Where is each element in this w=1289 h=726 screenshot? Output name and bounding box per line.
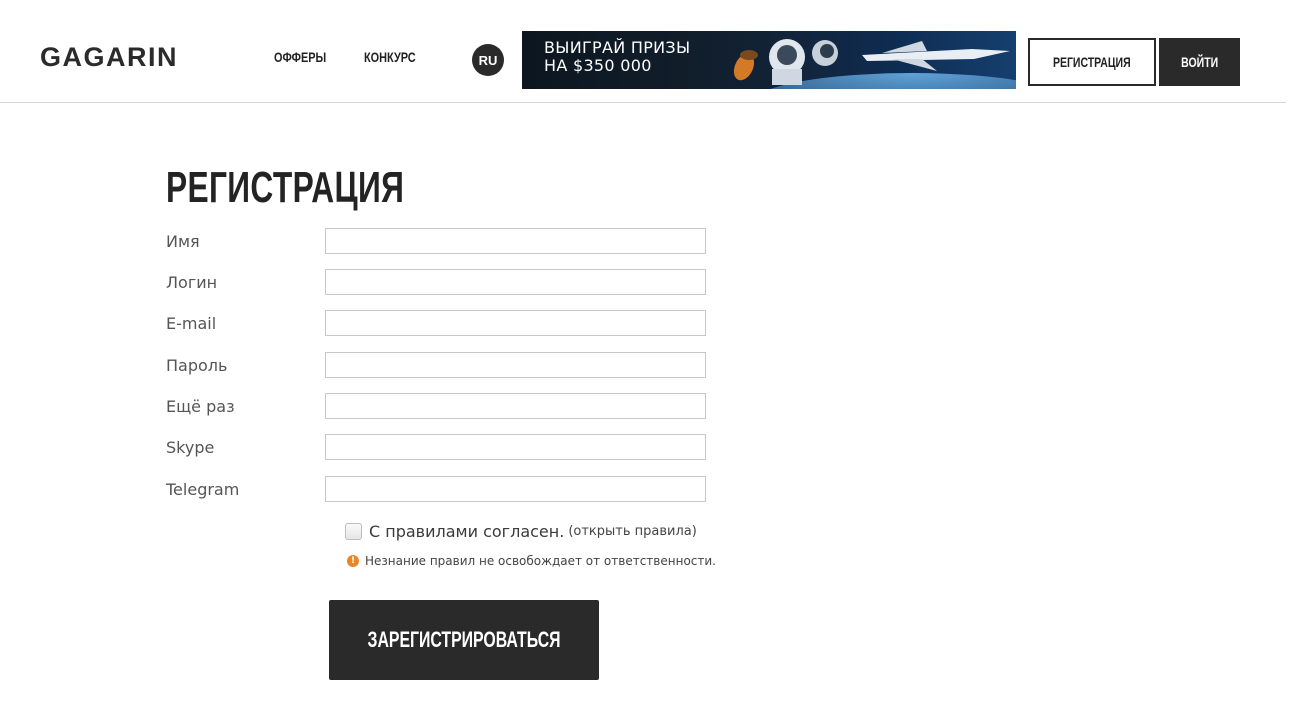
banner-line-1: ВЫИГРАЙ ПРИЗЫ (544, 38, 691, 57)
banner-text: ВЫИГРАЙ ПРИЗЫ НА $350 000 (544, 39, 690, 75)
skype-label: Skype (166, 438, 215, 457)
header-login-label: ВОЙТИ (1180, 54, 1218, 70)
form-row-telegram: Telegram (0, 476, 720, 504)
language-switcher[interactable]: RU (472, 44, 504, 76)
banner-space-illustration (733, 39, 1016, 89)
header-login-button[interactable]: ВОЙТИ (1159, 38, 1240, 86)
login-label: Логин (166, 273, 218, 292)
submit-register-label: ЗАРЕГИСТРИРОВАТЬСЯ (367, 627, 561, 652)
nav-offers-link[interactable]: ОФФЕРЫ (274, 49, 326, 65)
email-label: E-mail (166, 314, 217, 333)
page-title: РЕГИСТРАЦИЯ (166, 163, 405, 212)
password-field[interactable] (325, 352, 706, 378)
form-row-login: Логин (0, 269, 720, 297)
rules-checkbox[interactable] (345, 523, 362, 540)
promo-banner[interactable]: ВЫИГРАЙ ПРИЗЫ НА $350 000 (522, 31, 1016, 89)
form-row-skype: Skype (0, 434, 720, 462)
site-logo[interactable]: GAGARIN (40, 42, 178, 73)
form-row-password: Пароль (0, 352, 720, 380)
password-repeat-field[interactable] (325, 393, 706, 419)
warning-icon: ! (347, 555, 359, 567)
form-row-email: E-mail (0, 310, 720, 338)
email-field[interactable] (325, 310, 706, 336)
form-row-name: Имя (0, 228, 720, 256)
name-field[interactable] (325, 228, 706, 254)
name-label: Имя (166, 232, 200, 251)
rules-agreement: С правилами согласен. (открыть правила) (345, 522, 697, 541)
site-header: GAGARIN ОФФЕРЫ КОНКУРС RU ВЫИГРАЙ ПРИЗЫ … (0, 0, 1286, 103)
header-register-button[interactable]: РЕГИСТРАЦИЯ (1028, 38, 1156, 86)
nav-contest-link[interactable]: КОНКУРС (364, 49, 416, 65)
banner-line-2: НА $350 000 (544, 56, 652, 75)
skype-field[interactable] (325, 434, 706, 460)
rules-agreement-text: С правилами согласен. (369, 522, 565, 541)
header-register-label: РЕГИСТРАЦИЯ (1053, 54, 1131, 70)
rules-warning: ! Незнание правил не освобождает от отве… (347, 554, 716, 568)
login-field[interactable] (325, 269, 706, 295)
password-repeat-label: Ещё раз (166, 397, 235, 416)
telegram-label: Telegram (166, 480, 240, 499)
rules-warning-text: Незнание правил не освобождает от ответс… (365, 554, 716, 568)
telegram-field[interactable] (325, 476, 706, 502)
submit-register-button[interactable]: ЗАРЕГИСТРИРОВАТЬСЯ (329, 600, 599, 680)
open-rules-link[interactable]: (открыть правила) (568, 524, 697, 539)
password-label: Пароль (166, 356, 228, 375)
form-row-password-repeat: Ещё раз (0, 393, 720, 421)
